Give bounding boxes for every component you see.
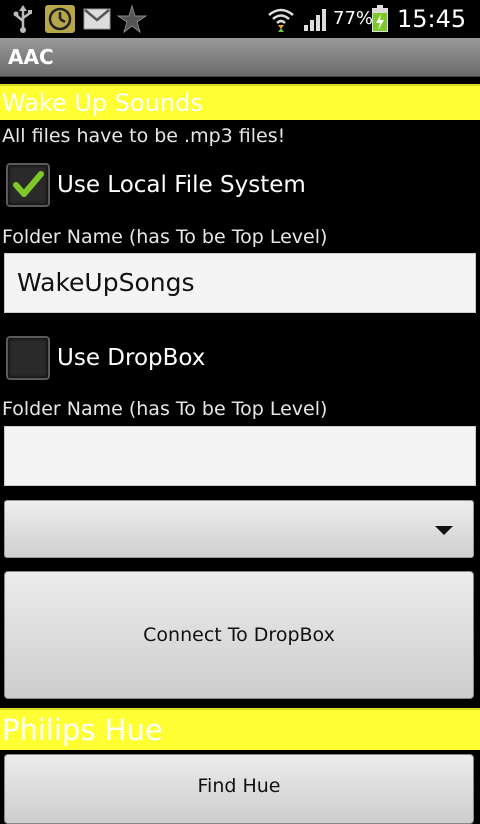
dropbox-folder-name-label: Folder Name (has To be Top Level) [2, 398, 328, 420]
use-local-file-system-label[interactable]: Use Local File System [57, 172, 306, 198]
local-folder-name-input[interactable]: WakeUpSongs [4, 253, 476, 313]
signal-icon [302, 5, 330, 33]
use-dropbox-label[interactable]: Use DropBox [57, 345, 205, 371]
dropdown-arrow-icon [435, 526, 453, 535]
philips-hue-heading: Philips Hue [2, 713, 163, 747]
battery-charging-icon [370, 5, 390, 33]
wake-up-sounds-heading: Wake Up Sounds [2, 89, 203, 117]
find-hue-label: Find Hue [197, 775, 281, 797]
connect-to-dropbox-button[interactable]: Connect To DropBox [4, 571, 474, 699]
local-folder-name-label: Folder Name (has To be Top Level) [2, 226, 328, 248]
usb-icon [10, 5, 36, 33]
philips-hue-heading-bar: Philips Hue [0, 708, 480, 750]
app-title: AAC [8, 45, 54, 69]
use-dropbox-checkbox[interactable] [6, 336, 50, 380]
status-bar: 77% 15:45 [0, 0, 480, 38]
find-hue-button[interactable]: Find Hue [4, 754, 474, 824]
dropbox-spinner[interactable] [4, 500, 474, 558]
dropbox-folder-name-input[interactable] [4, 426, 476, 486]
battery-percent: 77% [333, 8, 374, 29]
mp3-note: All files have to be .mp3 files! [2, 125, 286, 147]
connect-to-dropbox-label: Connect To DropBox [143, 624, 335, 646]
alarm-clock-icon [44, 5, 76, 33]
wifi-icon [266, 5, 296, 33]
star-shape-icon [116, 5, 148, 33]
app-title-bar: AAC [0, 38, 480, 77]
use-local-file-system-checkbox[interactable] [6, 163, 50, 207]
clock: 15:45 [397, 5, 467, 33]
gmail-icon [82, 5, 112, 33]
wake-up-sounds-heading-bar: Wake Up Sounds [0, 84, 480, 120]
checkmark-icon [13, 171, 44, 197]
